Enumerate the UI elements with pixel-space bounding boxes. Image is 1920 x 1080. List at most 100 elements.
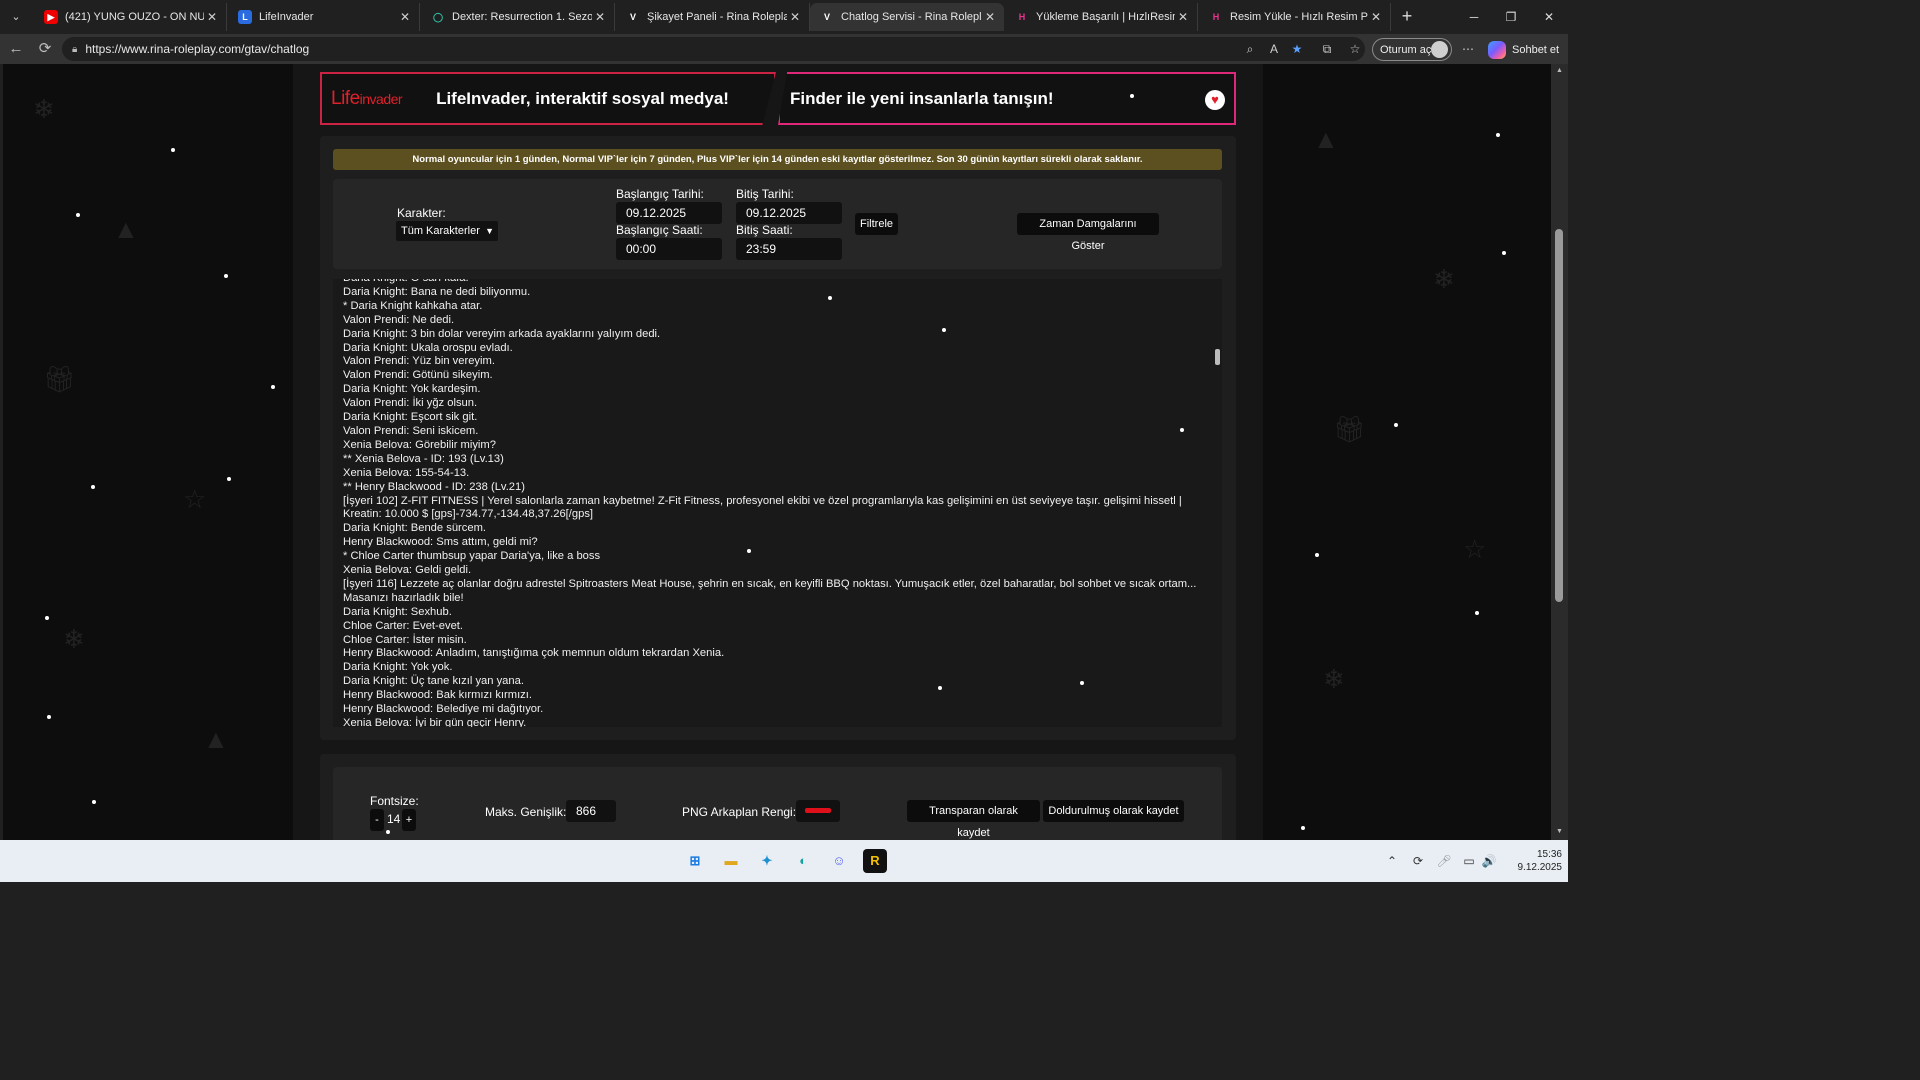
tab-sikayet-paneli[interactable]: V Şikayet Paneli - Rina Roleplay GTA ✕ <box>616 3 810 31</box>
end-time-input[interactable]: 23:59 <box>736 238 842 260</box>
tab-close-icon[interactable]: ✕ <box>204 10 220 24</box>
tab-close-icon[interactable]: ✕ <box>1175 10 1191 24</box>
zoom-icon[interactable]: ⌕ <box>1241 41 1259 58</box>
tab-label: Şikayet Paneli - Rina Roleplay GTA <box>647 11 787 23</box>
tab-resim-yukle[interactable]: H Resim Yükle - Hızlı Resim Paylaş - ✕ <box>1199 3 1391 31</box>
tray-overflow-icon[interactable]: ⌃ <box>1384 853 1400 869</box>
lifeinvader-icon: L <box>238 10 252 24</box>
window-close-icon[interactable]: ✕ <box>1537 7 1561 27</box>
system-clock[interactable]: 15:36 9.12.2025 <box>1500 848 1563 874</box>
show-timestamps-button[interactable]: Zaman Damgalarını Göster <box>1017 213 1159 252</box>
app-icon[interactable]: ✦ <box>755 849 779 873</box>
end-time-label: Bitiş Saati: <box>736 223 793 237</box>
edge-icon[interactable]: ◐ <box>791 849 815 873</box>
rockstar-icon[interactable]: R <box>863 849 887 873</box>
read-aloud-icon[interactable]: A <box>1265 41 1283 58</box>
character-select[interactable]: Tüm Karakterler ▼ <box>396 221 498 241</box>
tab-label: (421) YUNG OUZO - ON NUMARA <box>65 11 204 23</box>
chatlog-line: [İşyeri 116] Lezzete aç olanlar doğru ad… <box>343 577 1197 604</box>
fontsize-increase-button[interactable]: + <box>402 809 416 831</box>
snowflake-dot <box>1180 428 1184 432</box>
tab-close-icon[interactable]: ✕ <box>787 10 803 24</box>
chatlog-line: Daria Knight: Yok yok. <box>343 661 453 674</box>
tab-label: Resim Yükle - Hızlı Resim Paylaş - <box>1230 11 1368 23</box>
tab-close-icon[interactable]: ✕ <box>982 10 998 24</box>
snowflake-decoration-icon: ❄ <box>1323 664 1345 694</box>
snowflake-decoration-icon: ❄ <box>1433 264 1455 294</box>
chatlog-line: ** Xenia Belova - ID: 193 (Lv.13) <box>343 452 504 465</box>
tab-close-icon[interactable]: ✕ <box>1368 10 1384 24</box>
new-tab-button[interactable]: + <box>1396 7 1418 27</box>
chatlog-output[interactable]: Daria Knight: O sarı kafa. Daria Knight: … <box>333 279 1222 727</box>
tab-close-icon[interactable]: ✕ <box>592 10 608 24</box>
tab-chatlog-servisi[interactable]: V Chatlog Servisi - Rina Roleplay GTA ✕ <box>810 3 1004 31</box>
star-decoration-icon: ☆ <box>1463 534 1487 564</box>
discord-icon[interactable]: ☺ <box>827 849 851 873</box>
clock-date: 9.12.2025 <box>1517 862 1563 873</box>
tab-yukleme-basarili[interactable]: H Yükleme Başarılı | HızlıResim ✕ <box>1005 3 1198 31</box>
hizliresim-icon: H <box>1212 12 1220 22</box>
tab-dexter[interactable]: ◯ Dexter: Resurrection 1. Sezon 1. Bö ✕ <box>421 3 615 31</box>
tab-actions-menu-icon[interactable]: ⌄ <box>5 7 27 27</box>
back-icon[interactable]: ← <box>5 39 27 59</box>
fontsize-decrease-button[interactable]: - <box>370 809 384 831</box>
favorites-icon[interactable]: ☆ <box>1346 41 1364 58</box>
tab-lifeinvader[interactable]: L LifeInvader ✕ <box>228 3 420 31</box>
filter-button[interactable]: Filtrele <box>855 213 898 235</box>
minimize-icon[interactable]: ─ <box>1462 7 1486 27</box>
scroll-up-icon[interactable]: ▲ <box>1555 67 1564 74</box>
finder-banner[interactable]: Finder ile yeni insanlarla tanışın! ♥ <box>778 72 1236 125</box>
end-date-input[interactable]: 09.12.2025 <box>736 202 842 224</box>
tab-close-icon[interactable]: ✕ <box>397 10 413 24</box>
tab-label: Dexter: Resurrection 1. Sezon 1. Bö <box>452 11 592 23</box>
file-explorer-icon[interactable]: ▬ <box>719 849 743 873</box>
page-scrollbar[interactable]: ▲ ▼ <box>1551 64 1568 840</box>
extensions-icon[interactable]: ⧉ <box>1318 41 1336 58</box>
volume-icon[interactable]: 🔊 <box>1481 853 1497 869</box>
windows-start-icon[interactable]: ⊞ <box>683 849 707 873</box>
max-width-input[interactable]: 866 <box>566 800 616 822</box>
snowflake-dot <box>171 148 175 152</box>
restore-icon[interactable]: ❐ <box>1499 7 1523 27</box>
snowflake-dot <box>91 485 95 489</box>
chatlog-line: Xenia Belova: İyi bir gün geçir Henry. <box>343 717 527 727</box>
chatlog-line: Daria Knight: O sarı kafa. <box>343 279 1203 286</box>
png-bg-color-picker[interactable] <box>796 800 840 822</box>
save-filled-button[interactable]: Doldurulmuş olarak kaydet <box>1043 800 1184 822</box>
sign-in-button[interactable]: Oturum aç <box>1372 38 1452 61</box>
chevron-down-icon: ▼ <box>485 226 494 236</box>
snowflake-dot <box>271 385 275 389</box>
tab-youtube[interactable]: ▶ (421) YUNG OUZO - ON NUMARA ✕ <box>34 3 227 31</box>
snowflake-dot <box>76 213 80 217</box>
start-date-input[interactable]: 09.12.2025 <box>616 202 722 224</box>
tree-decoration-icon: ▲ <box>1313 124 1339 154</box>
sync-icon[interactable]: ⟳ <box>1410 853 1426 869</box>
lifeinvader-banner[interactable]: Lifeinvader LifeInvader, interaktif sosy… <box>320 72 776 125</box>
character-select-value: Tüm Karakterler <box>401 225 480 237</box>
chatlog-line: Daria Knight: 3 bin dolar vereyim arkada… <box>343 327 661 340</box>
chatlog-line: Valon Prendi: Seni iskicem. <box>343 424 479 437</box>
snowflake-dot <box>1394 423 1398 427</box>
network-icon[interactable]: ▭ <box>1461 853 1477 869</box>
favorite-star-icon[interactable]: ★ <box>1288 41 1306 58</box>
snowflake-dot <box>1130 94 1134 98</box>
chatlog-line: Henry Blackwood: Anladım, tanıştığıma ço… <box>343 647 725 660</box>
chatlog-line: Valon Prendi: Ne dedi. <box>343 313 455 326</box>
lock-icon: 🔒︎ <box>72 43 78 55</box>
scroll-down-icon[interactable]: ▼ <box>1555 828 1564 835</box>
color-swatch <box>805 808 831 813</box>
url-field[interactable]: 🔒︎ https://www.rina-roleplay.com/gtav/ch… <box>62 37 1365 61</box>
snowflake-dot <box>828 296 832 300</box>
copilot-label: Sohbet et <box>1512 43 1560 56</box>
save-transparent-button[interactable]: Transparan olarak kaydet <box>907 800 1040 839</box>
refresh-icon[interactable]: ⟳ <box>34 39 56 59</box>
max-width-label: Maks. Genişlik: <box>485 805 567 819</box>
more-icon[interactable]: ⋯ <box>1459 41 1477 58</box>
finder-banner-text: Finder ile yeni insanlarla tanışın! <box>790 88 1054 108</box>
start-time-input[interactable]: 00:00 <box>616 238 722 260</box>
chatlog-scrollbar[interactable] <box>1215 349 1220 365</box>
microphone-icon[interactable]: 🎤︎ <box>1436 853 1452 869</box>
chatlog-line: Daria Knight: Yok kardeşim. <box>343 383 481 396</box>
scrollbar-thumb[interactable] <box>1555 229 1563 602</box>
copilot-button[interactable]: Sohbet et <box>1488 38 1562 61</box>
